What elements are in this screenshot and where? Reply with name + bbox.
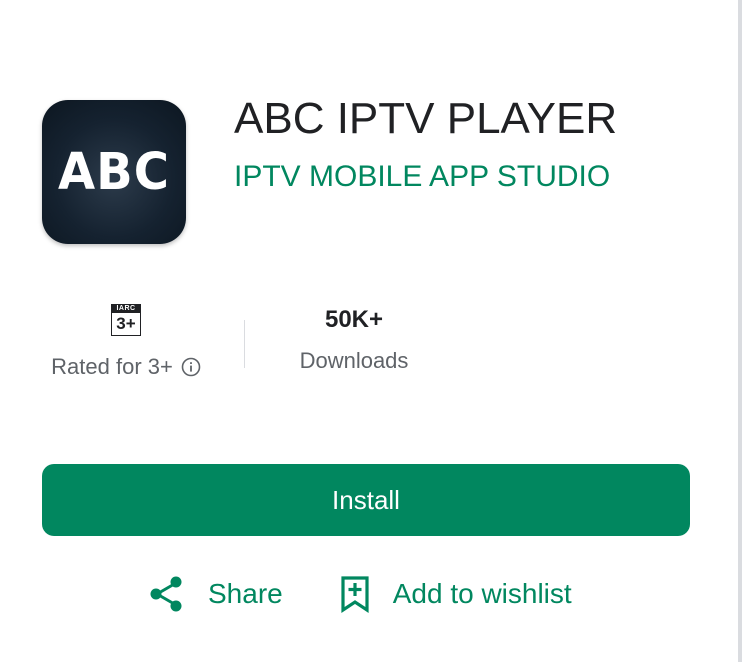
- app-icon: ABC: [42, 100, 186, 244]
- install-button[interactable]: Install: [42, 464, 690, 536]
- app-title: ABC IPTV PLAYER: [234, 94, 618, 143]
- bookmark-add-icon: [341, 576, 369, 613]
- rating-label-row: Rated for 3+: [51, 354, 201, 380]
- rating-label: Rated for 3+: [51, 354, 173, 379]
- share-icon: [150, 576, 182, 612]
- wishlist-label: Add to wishlist: [392, 578, 572, 609]
- downloads-value: 50K+: [324, 306, 384, 333]
- app-icon-logo-text: ABC: [58, 142, 170, 202]
- secondary-actions: Share Add to wishlist: [146, 574, 572, 614]
- add-to-wishlist-button[interactable]: Add to wishlist: [339, 574, 572, 614]
- window-edge: [738, 0, 742, 662]
- downloads-stat: 50K+ Downloads: [264, 304, 444, 374]
- downloads-label: Downloads: [299, 348, 409, 373]
- iarc-rating-badge-icon: IARC 3+: [111, 304, 141, 336]
- info-icon[interactable]: [181, 357, 201, 377]
- share-button[interactable]: Share: [146, 574, 283, 614]
- developer-link[interactable]: IPTV MOBILE APP STUDIO: [234, 158, 610, 196]
- content-rating-stat: IARC 3+ Rated for 3+: [26, 304, 226, 380]
- stats-divider: [244, 320, 245, 368]
- downloads-label-row: Downloads: [300, 348, 409, 374]
- share-label: Share: [208, 578, 283, 609]
- rating-badge-value: 3+: [116, 314, 136, 333]
- rating-badge-authority: IARC: [112, 305, 140, 313]
